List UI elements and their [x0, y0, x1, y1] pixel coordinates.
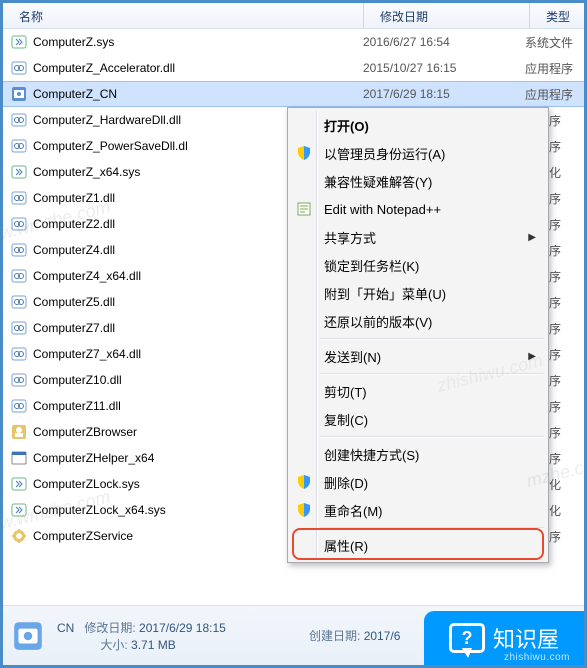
- context-menu-item[interactable]: 剪切(T): [290, 377, 546, 405]
- context-menu-divider: [320, 436, 544, 437]
- context-menu-item[interactable]: 附到「开始」菜单(U): [290, 279, 546, 307]
- file-name: ComputerZ.sys: [33, 35, 363, 49]
- mod-date-label: 修改日期:: [84, 621, 135, 635]
- file-type-icon: [11, 268, 27, 284]
- context-menu-label: 属性(R): [324, 536, 368, 555]
- column-date[interactable]: 修改日期: [364, 3, 529, 28]
- context-menu-item[interactable]: 兼容性疑难解答(Y): [290, 167, 546, 195]
- file-name: ComputerZ_CN: [33, 87, 363, 101]
- context-menu-item[interactable]: 创建快捷方式(S): [290, 440, 546, 468]
- context-menu-label: 复制(C): [324, 410, 368, 429]
- column-type[interactable]: 类型: [530, 3, 584, 28]
- details-name-suffix: CN: [57, 621, 74, 635]
- shield-icon: [296, 145, 312, 161]
- context-menu-item[interactable]: 还原以前的版本(V): [290, 307, 546, 335]
- file-type-icon: [11, 190, 27, 206]
- column-name[interactable]: 名称: [3, 3, 363, 28]
- context-menu-item[interactable]: 重命名(M): [290, 496, 546, 524]
- context-menu-item[interactable]: 发送到(N) ▶: [290, 342, 546, 370]
- file-type-icon: [11, 138, 27, 154]
- file-type-icon: [11, 112, 27, 128]
- context-menu-label: 删除(D): [324, 473, 368, 492]
- file-type-icon: [11, 398, 27, 414]
- context-menu-label: 还原以前的版本(V): [324, 312, 432, 331]
- context-menu-label: 重命名(M): [324, 501, 383, 520]
- file-type-icon: [11, 34, 27, 50]
- file-type-icon: [11, 372, 27, 388]
- context-menu-item[interactable]: 锁定到任务栏(K): [290, 251, 546, 279]
- context-menu-item[interactable]: 属性(R): [290, 531, 546, 559]
- details-thumbnail-icon: [11, 619, 45, 653]
- file-type-icon: [11, 528, 27, 544]
- context-menu-label: 发送到(N): [324, 347, 381, 366]
- context-menu-label: 剪切(T): [324, 382, 367, 401]
- file-type-icon: [11, 86, 27, 102]
- context-menu-item[interactable]: 复制(C): [290, 405, 546, 433]
- shield-icon: [296, 474, 312, 490]
- context-menu-item[interactable]: 删除(D): [290, 468, 546, 496]
- file-type-icon: [11, 450, 27, 466]
- brand-bubble-icon: ?: [449, 623, 485, 653]
- npp-icon: [296, 201, 312, 217]
- context-menu-label: 附到「开始」菜单(U): [324, 284, 446, 303]
- mod-date-value: 2017/6/29 18:15: [139, 621, 226, 635]
- context-menu[interactable]: 打开(O) 以管理员身份运行(A) 兼容性疑难解答(Y) Edit with Note…: [287, 107, 549, 563]
- file-type: 应用程序: [525, 60, 584, 77]
- file-date: 2017/6/29 18:15: [363, 87, 525, 101]
- file-name: ComputerZ_Accelerator.dll: [33, 61, 363, 75]
- file-type-icon: [11, 320, 27, 336]
- context-menu-item[interactable]: 打开(O): [290, 111, 546, 139]
- file-date: 2016/6/27 16:54: [363, 35, 525, 49]
- context-menu-label: 兼容性疑难解答(Y): [324, 172, 432, 191]
- created-date-value: 2017/6: [364, 629, 401, 643]
- file-type-icon: [11, 294, 27, 310]
- submenu-arrow-icon: ▶: [528, 351, 536, 362]
- file-type-icon: [11, 242, 27, 258]
- context-menu-label: Edit with Notepad++: [324, 202, 441, 217]
- file-type: 应用程序: [525, 86, 584, 103]
- file-row[interactable]: ComputerZ.sys2016/6/27 16:54系统文件: [3, 29, 584, 55]
- size-value: 3.71 MB: [131, 638, 176, 652]
- context-menu-item[interactable]: 以管理员身份运行(A): [290, 139, 546, 167]
- file-type-icon: [11, 216, 27, 232]
- file-type-icon: [11, 60, 27, 76]
- file-type-icon: [11, 346, 27, 362]
- context-menu-label: 共享方式: [324, 228, 376, 247]
- context-menu-divider: [320, 527, 544, 528]
- file-type-icon: [11, 502, 27, 518]
- context-menu-label: 以管理员身份运行(A): [324, 144, 445, 163]
- file-type-icon: [11, 476, 27, 492]
- column-header[interactable]: 名称 修改日期 类型: [3, 3, 584, 29]
- file-row[interactable]: ComputerZ_Accelerator.dll2015/10/27 16:1…: [3, 55, 584, 81]
- shield-icon: [296, 502, 312, 518]
- context-menu-label: 锁定到任务栏(K): [324, 256, 419, 275]
- brand-subtext: zhishiwu.com: [504, 652, 570, 663]
- context-menu-label: 打开(O): [324, 116, 369, 135]
- file-type: 系统文件: [525, 34, 584, 51]
- context-menu-label: 创建快捷方式(S): [324, 445, 419, 464]
- context-menu-divider: [320, 338, 544, 339]
- size-label: 大小:: [100, 638, 127, 652]
- file-date: 2015/10/27 16:15: [363, 61, 525, 75]
- brand-text: 知识屋: [493, 622, 559, 654]
- file-type-icon: [11, 164, 27, 180]
- file-row[interactable]: ComputerZ_CN2017/6/29 18:15应用程序: [3, 81, 584, 107]
- context-menu-divider: [320, 373, 544, 374]
- context-menu-item[interactable]: Edit with Notepad++: [290, 195, 546, 223]
- submenu-arrow-icon: ▶: [528, 232, 536, 243]
- file-type-icon: [11, 424, 27, 440]
- created-date-label: 创建日期:: [309, 629, 360, 643]
- context-menu-item[interactable]: 共享方式 ▶: [290, 223, 546, 251]
- brand-badge: ? 知识屋 zhishiwu.com: [424, 611, 584, 665]
